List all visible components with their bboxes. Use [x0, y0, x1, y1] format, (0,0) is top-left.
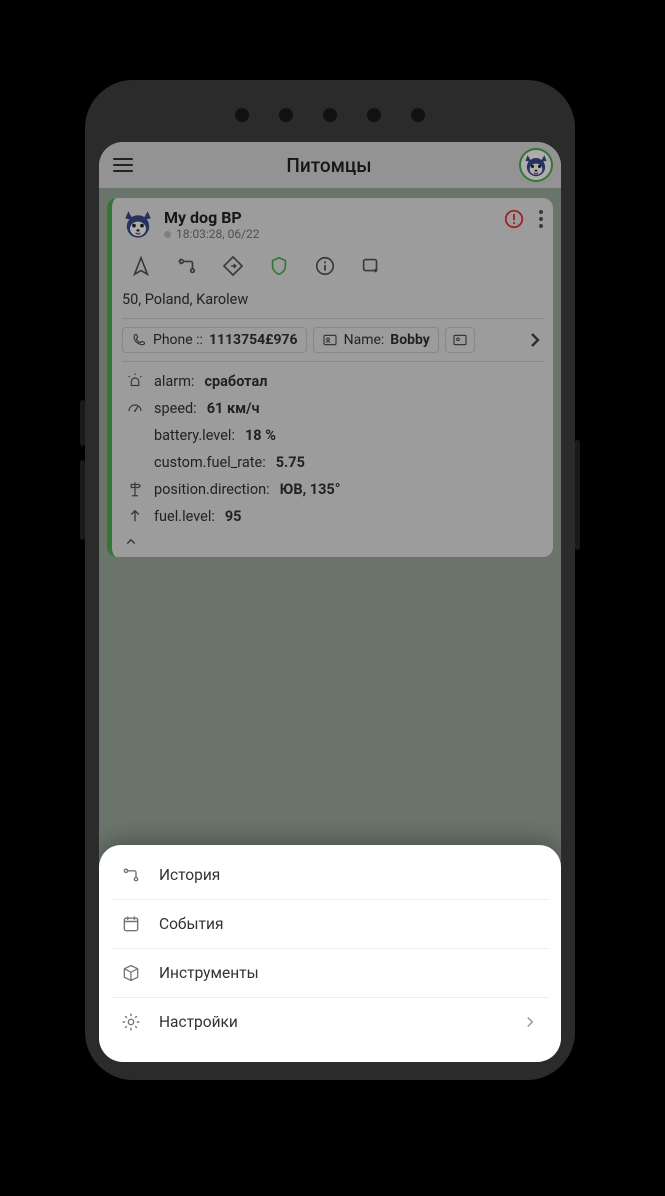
- alert-icon[interactable]: [503, 208, 525, 230]
- phone-icon: [131, 332, 147, 348]
- menu-label: История: [159, 866, 220, 884]
- husky-icon: [122, 208, 154, 240]
- sensor-value: 5.75: [276, 454, 305, 471]
- more-icon[interactable]: [539, 210, 543, 228]
- sensor-battery: battery.level: 18 %: [126, 426, 539, 444]
- sensor-value: 61 км/ч: [207, 400, 260, 417]
- shield-icon[interactable]: [268, 255, 290, 277]
- navigate-icon[interactable]: [130, 255, 152, 277]
- name-value: Bobby: [390, 332, 430, 348]
- collapse-button[interactable]: [122, 527, 543, 557]
- menu-label: События: [159, 915, 223, 933]
- page-title: Питомцы: [139, 154, 519, 177]
- menu-tools[interactable]: Инструменты: [111, 949, 549, 998]
- sensor-label: fuel.level:: [154, 508, 215, 525]
- avatar[interactable]: [519, 148, 553, 182]
- gauge-icon: [126, 399, 144, 417]
- phone-value: 1113754£976: [209, 332, 298, 348]
- sensor-speed: speed: 61 км/ч: [126, 399, 539, 417]
- phone-side-button: [80, 460, 85, 540]
- signpost-icon: [126, 480, 144, 498]
- gear-icon: [121, 1012, 141, 1032]
- chevron-up-icon: [122, 533, 140, 551]
- route-icon: [121, 865, 141, 885]
- screen: Питомцы: [99, 142, 561, 1062]
- id-card-icon: [452, 332, 468, 348]
- phone-frame: Питомцы: [85, 80, 575, 1080]
- sensor-value: 18 %: [245, 427, 276, 444]
- app-header: Питомцы: [99, 142, 561, 188]
- pet-timestamp-text: 18:03:28, 06/22: [176, 227, 260, 241]
- calendar-icon: [121, 914, 141, 934]
- id-card-icon: [322, 332, 338, 348]
- sensor-label: speed:: [154, 400, 197, 417]
- chevron-right-icon[interactable]: [523, 328, 547, 352]
- menu-icon[interactable]: [107, 149, 139, 181]
- husky-icon: [522, 151, 550, 179]
- status-dot-icon: [164, 231, 171, 238]
- sensor-label: battery.level:: [154, 427, 235, 444]
- phone-earpiece: [235, 108, 425, 122]
- pet-avatar[interactable]: [122, 208, 154, 240]
- sensor-direction: position.direction: ЮВ, 135°: [126, 480, 539, 498]
- sensor-label: custom.fuel_rate:: [154, 454, 266, 471]
- pet-name: My dog BP: [164, 208, 493, 227]
- chevron-right-icon: [521, 1013, 539, 1031]
- menu-history[interactable]: История: [111, 851, 549, 900]
- alarm-light-icon: [126, 372, 144, 390]
- chip-row[interactable]: Phone :: 1113754£976 Name: Bobby: [122, 318, 543, 362]
- sensor-value: сработал: [204, 373, 267, 390]
- sensor-label: position.direction:: [154, 481, 270, 498]
- sensor-fuel-level: fuel.level: 95: [126, 507, 539, 525]
- sensor-label: alarm:: [154, 373, 194, 390]
- name-label: Name:: [344, 332, 385, 348]
- name-chip[interactable]: Name: Bobby: [313, 327, 439, 353]
- bottom-sheet: История События Инструменты Настройки: [99, 845, 561, 1062]
- directions-icon[interactable]: [222, 255, 244, 277]
- route-icon[interactable]: [176, 255, 198, 277]
- phone-side-button: [575, 440, 580, 550]
- arrow-up-icon: [126, 507, 144, 525]
- info-icon[interactable]: [314, 255, 336, 277]
- sensor-list: alarm: сработал speed: 61 км/ч battery.l…: [122, 362, 543, 527]
- pet-card: My dog BP 18:03:28, 06/22: [107, 198, 553, 557]
- sensor-fuel-rate: custom.fuel_rate: 5.75: [126, 453, 539, 471]
- sensor-value: ЮВ, 135°: [280, 481, 341, 498]
- phone-chip[interactable]: Phone :: 1113754£976: [122, 327, 307, 353]
- menu-label: Инструменты: [159, 964, 259, 982]
- menu-settings[interactable]: Настройки: [111, 998, 549, 1046]
- sensor-value: 95: [225, 508, 242, 525]
- menu-label: Настройки: [159, 1013, 238, 1031]
- box-icon: [121, 963, 141, 983]
- pet-address: 50, Poland, Karolew: [122, 287, 543, 318]
- card-toolbar: [122, 241, 543, 287]
- menu-events[interactable]: События: [111, 900, 549, 949]
- phone-side-button: [80, 400, 85, 446]
- device-add-icon[interactable]: [360, 255, 382, 277]
- sensor-alarm: alarm: сработал: [126, 372, 539, 390]
- phone-label: Phone ::: [153, 332, 203, 348]
- extra-chip[interactable]: [445, 327, 475, 353]
- pet-timestamp: 18:03:28, 06/22: [164, 227, 493, 241]
